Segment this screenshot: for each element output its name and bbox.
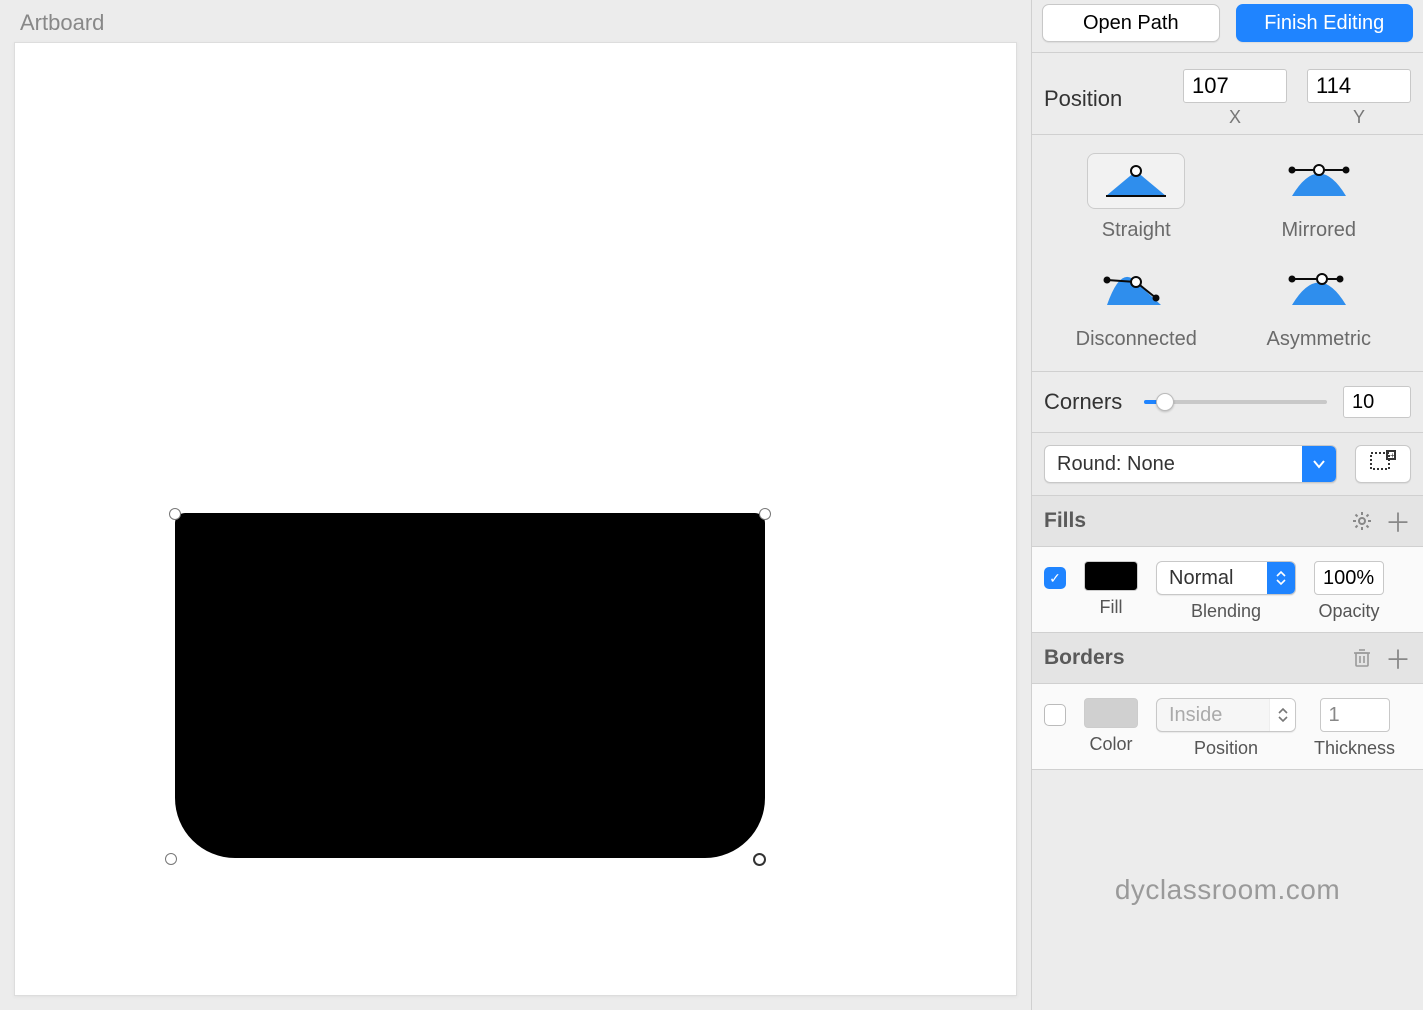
position-y-sublabel: Y: [1353, 107, 1365, 128]
asymmetric-icon: [1270, 262, 1368, 318]
fill-enabled-checkbox[interactable]: ✓: [1044, 567, 1066, 589]
position-y-input[interactable]: [1307, 69, 1411, 103]
position-x-sublabel: X: [1229, 107, 1241, 128]
disconnected-label: Disconnected: [1076, 328, 1197, 351]
watermark-text: dyclassroom.com: [1032, 770, 1423, 1010]
mirrored-icon: [1270, 153, 1368, 209]
corners-input[interactable]: [1343, 386, 1411, 418]
round-select-value: Round: None: [1045, 453, 1302, 476]
mirrored-label: Mirrored: [1282, 219, 1356, 242]
border-position-sublabel: Position: [1194, 738, 1258, 759]
straight-label: Straight: [1102, 219, 1171, 242]
point-type-mirrored[interactable]: Mirrored: [1270, 153, 1368, 242]
transform-icon-button[interactable]: +: [1355, 445, 1411, 483]
plus-icon[interactable]: ＋: [1385, 645, 1411, 671]
opacity-sublabel: Opacity: [1318, 601, 1379, 622]
border-enabled-checkbox[interactable]: [1044, 704, 1066, 726]
canvas-area: Artboard: [0, 0, 1031, 1010]
trash-icon[interactable]: [1349, 645, 1375, 671]
vector-point-top-right[interactable]: [759, 508, 771, 520]
blending-select[interactable]: Normal: [1156, 561, 1296, 595]
vector-point-bottom-right-selected[interactable]: [753, 853, 766, 866]
inspector-panel: Open Path Finish Editing Position X Y St…: [1031, 0, 1423, 1010]
straight-icon: [1087, 153, 1185, 209]
border-thickness-input[interactable]: [1320, 698, 1390, 732]
fill-sublabel: Fill: [1100, 597, 1123, 618]
borders-title: Borders: [1044, 646, 1339, 670]
asymmetric-label: Asymmetric: [1267, 328, 1371, 351]
finish-editing-button[interactable]: Finish Editing: [1236, 4, 1414, 42]
artboard-label: Artboard: [20, 10, 1017, 36]
border-color-swatch[interactable]: [1084, 698, 1138, 728]
vector-point-bottom-left[interactable]: [165, 853, 177, 865]
corners-slider-thumb[interactable]: [1156, 393, 1174, 411]
point-type-asymmetric[interactable]: Asymmetric: [1267, 262, 1371, 351]
artboard[interactable]: [14, 42, 1017, 996]
corners-slider[interactable]: [1144, 400, 1327, 404]
gear-icon[interactable]: [1349, 508, 1375, 534]
stepper-icon: [1269, 699, 1295, 731]
border-position-select[interactable]: Inside: [1156, 698, 1296, 732]
fill-color-swatch[interactable]: [1084, 561, 1138, 591]
round-select[interactable]: Round: None: [1044, 445, 1337, 483]
point-type-straight[interactable]: Straight: [1087, 153, 1185, 242]
vector-point-top-left[interactable]: [169, 508, 181, 520]
border-position-value: Inside: [1157, 704, 1269, 727]
disconnected-icon: [1087, 262, 1185, 318]
fills-title: Fills: [1044, 509, 1339, 533]
plus-icon[interactable]: ＋: [1385, 508, 1411, 534]
blending-sublabel: Blending: [1191, 601, 1261, 622]
fills-header: Fills ＋: [1032, 496, 1423, 547]
vector-shape[interactable]: [175, 513, 765, 858]
open-path-button[interactable]: Open Path: [1042, 4, 1220, 42]
chevron-down-icon: [1302, 446, 1336, 482]
fill-opacity-input[interactable]: [1314, 561, 1384, 595]
corners-label: Corners: [1044, 389, 1128, 415]
transform-icon: +: [1369, 449, 1397, 479]
svg-text:+: +: [1390, 451, 1395, 460]
stepper-icon: [1267, 562, 1295, 594]
border-color-sublabel: Color: [1089, 734, 1132, 755]
position-label: Position: [1044, 86, 1122, 112]
point-type-disconnected[interactable]: Disconnected: [1076, 262, 1197, 351]
blending-value: Normal: [1157, 567, 1267, 590]
borders-header: Borders ＋: [1032, 633, 1423, 684]
position-x-input[interactable]: [1183, 69, 1287, 103]
border-thickness-sublabel: Thickness: [1314, 738, 1395, 759]
